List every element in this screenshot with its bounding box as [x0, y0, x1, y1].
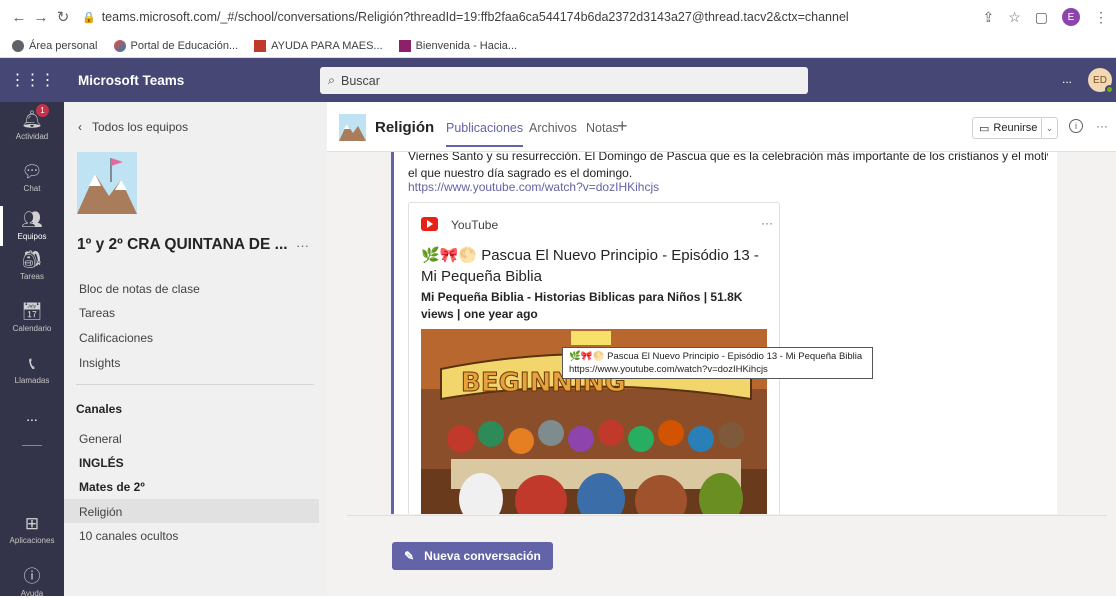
ayuda-icon: [254, 39, 267, 52]
user-avatar[interactable]: ED: [1088, 68, 1114, 94]
bookmarks-bar: Área personal Portal de Educación... AYU…: [0, 34, 1116, 58]
url-text[interactable]: teams.microsoft.com/_#/school/conversati…: [102, 10, 849, 24]
teams-icon: 👥︎: [21, 210, 43, 229]
scrollbar[interactable]: [1103, 154, 1109, 514]
channel-religion[interactable]: Religión: [79, 505, 122, 519]
tab-notas[interactable]: Notas: [586, 121, 619, 135]
post-divider: [347, 515, 1107, 516]
team-name: 1º y 2º CRA QUINTANA DE ...: [77, 236, 288, 253]
team-panel: ‹ Todos los equipos 1º y 2º CRA QUINTANA…: [64, 102, 327, 596]
card-subtitle: Mi Pequeña Biblia - Historias Biblicas p…: [421, 290, 743, 321]
link-tooltip: 🌿🎀🌕 Pascua El Nuevo Principio - Episódio…: [562, 347, 873, 379]
more-icon: ...: [26, 408, 38, 424]
chat-icon: 💬︎: [21, 162, 43, 181]
presence-dot: [1105, 85, 1114, 94]
team-picture: [77, 152, 137, 214]
bookmark-area-personal[interactable]: Área personal: [12, 39, 98, 52]
channels-heading: Canales: [76, 402, 123, 416]
chevron-left-icon: ‹: [78, 120, 82, 134]
channel-general[interactable]: General: [79, 432, 122, 446]
channel-title: Religión: [375, 119, 435, 136]
post-message: Viernes Santo y su resurrección. El Domi…: [391, 152, 1057, 514]
search-placeholder: Buscar: [341, 73, 380, 88]
rail-equipos[interactable]: 👥︎ Equipos: [0, 206, 64, 246]
tab-publicaciones[interactable]: Publicaciones: [446, 121, 524, 147]
notification-badge: 1: [36, 104, 49, 117]
header-more-icon[interactable]: ···: [1096, 119, 1108, 133]
bookmark-portal-educacion[interactable]: Portal de Educación...: [113, 39, 238, 52]
card-more-icon[interactable]: ···: [761, 216, 773, 230]
app-rail: 🔔︎ 1 Actividad 💬︎ Chat 👥︎ Equipos 🎒︎ Tar…: [0, 102, 64, 598]
rail-aplicaciones[interactable]: ⊞ Aplicaciones: [0, 514, 64, 545]
apps-icon: ⊞: [24, 514, 40, 533]
globe-icon: [12, 39, 24, 52]
help-icon: ⓘ: [23, 567, 41, 586]
post-youtube-link[interactable]: https://www.youtube.com/watch?v=dozIHKih…: [408, 180, 659, 194]
meet-button[interactable]: ▭ Reunirse ⌄: [972, 117, 1058, 139]
menu-dots-icon[interactable]: ⋮: [1094, 9, 1108, 26]
browser-toolbar: ← → ↻ 🔒 teams.microsoft.com/_#/school/co…: [0, 0, 1116, 34]
reload-icon[interactable]: ↻: [52, 8, 74, 26]
rail-chat[interactable]: 💬︎ Chat: [0, 162, 64, 193]
forward-arrow-icon[interactable]: →: [30, 9, 52, 26]
lock-icon: 🔒: [82, 11, 96, 24]
link-tareas[interactable]: Tareas: [79, 306, 115, 320]
link-calificaciones[interactable]: Calificaciones: [79, 331, 153, 345]
search-icon: ⌕: [328, 73, 336, 87]
teams-header: ⋮⋮⋮ Microsoft Teams ⌕ Buscar ... ED: [0, 58, 1116, 102]
bienvenida-icon: [398, 39, 411, 52]
info-icon[interactable]: i: [1069, 119, 1083, 133]
channel-header: Religión Publicaciones Archivos Notas + …: [327, 102, 1116, 152]
app-title: Microsoft Teams: [78, 72, 185, 88]
team-more-icon[interactable]: ···: [296, 238, 309, 253]
rail-calendario[interactable]: 📅︎ Calendario: [0, 302, 64, 333]
card-title[interactable]: 🌿🎀🌕 Pascua El Nuevo Principio - Episódio…: [421, 245, 771, 287]
post-text: Viernes Santo y su resurrección. El Domi…: [408, 152, 1048, 180]
bookmark-bienvenida[interactable]: Bienvenida - Hacia...: [398, 39, 517, 52]
rail-ayuda[interactable]: ⓘ Ayuda: [0, 562, 64, 598]
sidepanel-icon[interactable]: ▢: [1035, 9, 1048, 26]
address-bar[interactable]: 🔒 teams.microsoft.com/_#/school/conversa…: [82, 10, 982, 24]
search-input[interactable]: ⌕ Buscar: [320, 67, 808, 94]
assignments-icon: 🎒︎: [21, 250, 43, 269]
calendar-icon: 📅︎: [21, 302, 43, 321]
rail-actividad[interactable]: 🔔︎ 1 Actividad: [0, 104, 64, 141]
star-icon[interactable]: ☆: [1008, 9, 1021, 26]
youtube-logo-icon: [421, 217, 438, 231]
add-tab-icon[interactable]: +: [617, 116, 628, 137]
bookmark-ayuda-maes[interactable]: AYUDA PARA MAES...: [254, 39, 383, 52]
bell-icon: 🔔︎: [21, 110, 43, 129]
hidden-channels-link[interactable]: 10 canales ocultos: [79, 529, 178, 543]
back-arrow-icon[interactable]: ←: [8, 9, 30, 26]
channel-mates[interactable]: Mates de 2º: [79, 480, 145, 494]
rail-tareas[interactable]: 🎒︎ Tareas: [0, 250, 64, 281]
profile-avatar[interactable]: E: [1062, 8, 1080, 26]
tab-archivos[interactable]: Archivos: [529, 121, 577, 135]
channel-ingles[interactable]: INGLÉS: [79, 456, 124, 470]
share-icon[interactable]: ⇪: [982, 9, 994, 26]
back-to-all-teams[interactable]: ‹ Todos los equipos: [78, 120, 188, 134]
app-launcher-icon[interactable]: ⋮⋮⋮: [0, 70, 64, 90]
card-source: YouTube: [451, 218, 499, 232]
new-conversation-button[interactable]: ✎ Nueva conversación: [392, 542, 553, 570]
compose-icon: ✎: [404, 549, 415, 563]
portal-icon: [113, 39, 126, 52]
panel-divider: [76, 384, 314, 385]
link-bloc-notas[interactable]: Bloc de notas de clase: [79, 282, 200, 296]
channel-team-icon: [339, 114, 366, 141]
chevron-down-icon[interactable]: ⌄: [1041, 118, 1057, 138]
rail-llamadas[interactable]: 📞︎ Llamadas: [0, 354, 64, 385]
phone-icon: 📞︎: [29, 354, 35, 373]
rail-divider: [22, 445, 42, 446]
more-options-icon[interactable]: ...: [1062, 72, 1072, 86]
link-insights[interactable]: Insights: [79, 356, 120, 370]
rail-more[interactable]: ...: [0, 408, 64, 424]
video-camera-icon: ▭: [979, 122, 990, 135]
